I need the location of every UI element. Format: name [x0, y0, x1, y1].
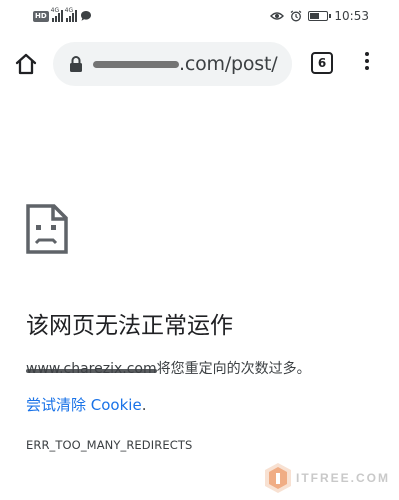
tab-switcher-button[interactable]: 6: [311, 52, 333, 74]
status-right: 10:53: [270, 8, 369, 24]
lock-icon[interactable]: [69, 55, 83, 73]
error-code: ERR_TOO_MANY_REDIRECTS: [26, 438, 193, 452]
url-text[interactable]: .com/post/: [179, 53, 278, 75]
status-left: HD 4G 4G: [33, 7, 92, 23]
network-type-label-2: 4G: [64, 7, 74, 14]
redacted-domain: [93, 61, 179, 68]
retry-period: .: [141, 396, 147, 414]
status-bar: HD 4G 4G 10:53: [0, 0, 399, 32]
signal-icon: 4G: [50, 7, 63, 22]
battery-icon: [308, 11, 332, 21]
redacted-site-domain: www.charezix.com: [26, 361, 157, 377]
error-title: 该网页无法正常运作: [26, 313, 233, 339]
home-button[interactable]: [12, 50, 40, 78]
sad-document-icon: [26, 204, 68, 254]
alarm-icon: [291, 10, 302, 22]
redirect-message: www.charezix.com将您重定向的次数过多。: [26, 358, 311, 378]
url-fade: [278, 42, 292, 86]
clear-cookies-link[interactable]: 尝试清除 Cookie: [26, 396, 142, 414]
home-icon: [15, 53, 37, 75]
watermark-text: ITFREE.COM: [296, 471, 390, 485]
network-type-label: 4G: [50, 7, 60, 14]
tab-count: 6: [317, 56, 327, 70]
hd-badge: HD: [33, 10, 49, 22]
browser-toolbar: .com/post/ 6: [0, 36, 399, 92]
redirect-explanation: 将您重定向的次数过多。: [156, 361, 311, 377]
message-icon: [80, 11, 91, 21]
watermark-logo-icon: [265, 463, 291, 493]
signal-icon-2: 4G: [64, 7, 77, 22]
browser-screen: HD 4G 4G 10:53 .com/post/ 6 该网页无法正常运作 ww…: [0, 0, 399, 500]
retry-suggestion: 尝试清除 Cookie.: [26, 394, 146, 415]
more-vert-icon[interactable]: [361, 52, 373, 74]
eye-comfort-icon: [270, 12, 285, 20]
address-bar[interactable]: .com/post/: [53, 42, 292, 86]
clock: 10:53: [334, 9, 369, 23]
